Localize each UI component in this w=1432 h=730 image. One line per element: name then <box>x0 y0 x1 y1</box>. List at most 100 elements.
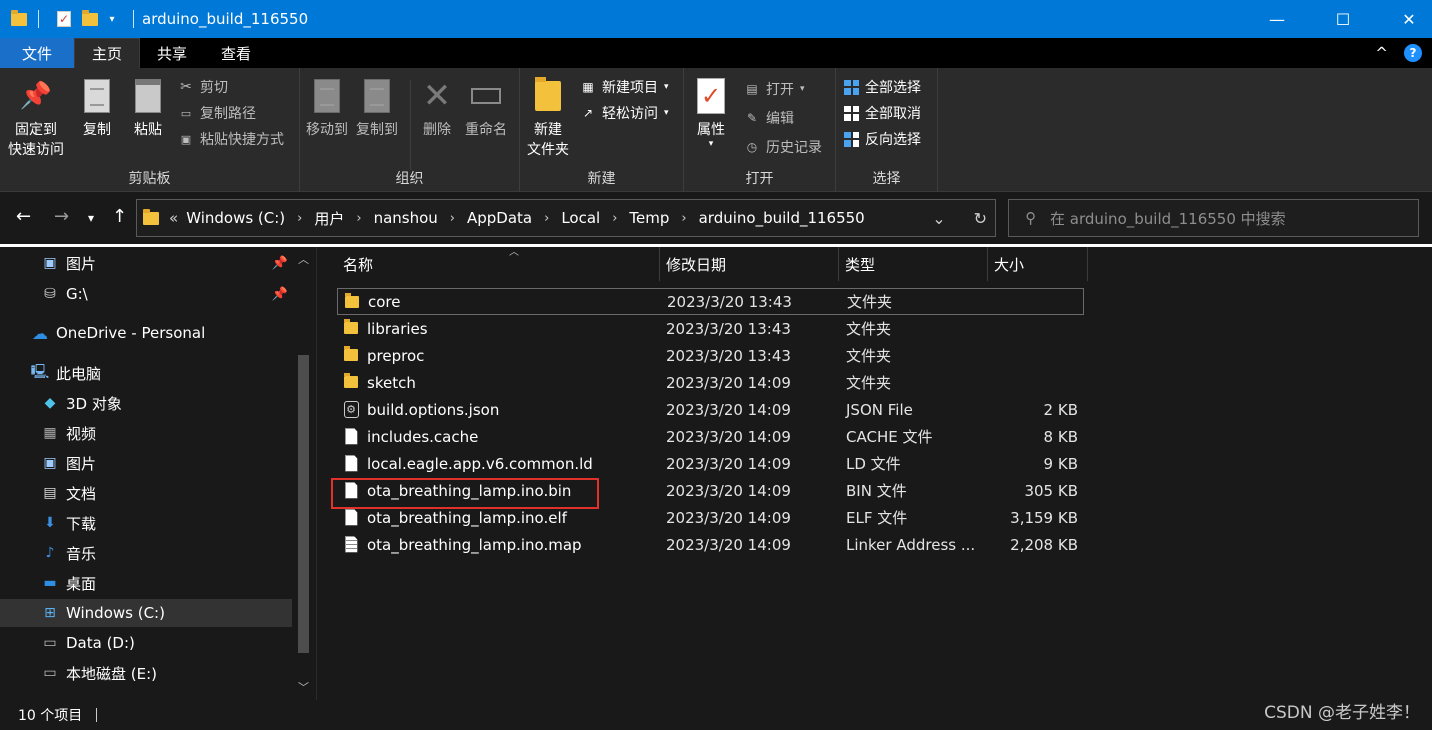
file-row[interactable]: ⚙ build.options.json 2023/3/20 14:09 JSO… <box>337 396 1084 423</box>
scroll-up-icon[interactable]: ︿ <box>298 251 309 267</box>
up-arrow-icon[interactable]: ↑ <box>112 206 127 227</box>
file-icon <box>343 508 359 526</box>
nav-item-music[interactable]: ♪ 音乐 <box>0 539 292 567</box>
scrollbar-thumb[interactable] <box>298 355 309 653</box>
easy-access-button[interactable]: ↗ 轻松访问 ▾ <box>580 102 669 124</box>
copy-to-button[interactable]: 复制到 <box>356 76 398 140</box>
nav-item-g-drive[interactable]: ⛁ G:\ 📌 <box>0 280 292 308</box>
file-name: includes.cache <box>367 427 479 446</box>
breadcrumb-item[interactable]: nanshou <box>374 209 438 227</box>
chevron-down-icon: ▾ <box>800 84 805 94</box>
breadcrumb-item[interactable]: Windows (C:) <box>186 209 285 227</box>
file-row[interactable]: ota_breathing_lamp.ino.map 2023/3/20 14:… <box>337 531 1084 558</box>
copy-path-button[interactable]: ▭ 复制路径 <box>178 102 256 124</box>
paste-shortcut-button[interactable]: ▣ 粘贴快捷方式 <box>178 128 284 150</box>
nav-item-3d-objects[interactable]: ◆ 3D 对象 <box>0 389 292 417</box>
maximize-button[interactable]: ☐ <box>1320 0 1366 38</box>
recent-locations-chevron-icon[interactable]: ▾ <box>88 211 94 225</box>
copy-button[interactable]: 复制 <box>80 76 114 140</box>
breadcrumb-chevron-icon[interactable]: › <box>544 211 549 226</box>
file-row[interactable]: preproc 2023/3/20 13:43 文件夹 <box>337 342 1084 369</box>
nav-item-local-disk-e[interactable]: ▭ 本地磁盘 (E:) <box>0 659 292 687</box>
column-header-size[interactable]: 大小 <box>988 247 1088 281</box>
paste-button[interactable]: 粘贴 <box>131 76 165 140</box>
scroll-down-icon[interactable]: ﹀ <box>298 679 309 695</box>
breadcrumb-overflow[interactable]: « <box>169 209 178 227</box>
file-list: ︿ 名称 修改日期 类型 大小 core 2023/3/20 13:43 文件夹… <box>317 247 1432 700</box>
navigation-pane: ▣ 图片 📌 ⛁ G:\ 📌 ☁ OneDrive - Personal 🖳 此… <box>0 247 316 700</box>
rename-button[interactable]: 重命名 <box>465 76 507 140</box>
history-button[interactable]: ◷ 历史记录 <box>744 136 822 158</box>
file-row[interactable]: includes.cache 2023/3/20 14:09 CACHE 文件 … <box>337 423 1084 450</box>
invert-selection-button[interactable]: 反向选择 <box>844 128 921 150</box>
breadcrumb-chevron-icon[interactable]: › <box>681 211 686 226</box>
file-row[interactable]: libraries 2023/3/20 13:43 文件夹 <box>337 315 1084 342</box>
breadcrumb-chevron-icon[interactable]: › <box>297 211 302 226</box>
file-name: ota_breathing_lamp.ino.map <box>367 535 582 554</box>
properties-button[interactable]: ✓ 属性 ▾ <box>694 76 728 149</box>
cut-button[interactable]: ✂ 剪切 <box>178 76 228 98</box>
tab-view[interactable]: 查看 <box>204 38 268 68</box>
nav-scrollbar[interactable]: ︿ ﹀ <box>294 247 314 700</box>
breadcrumb-item[interactable]: AppData <box>467 209 532 227</box>
nav-item-onedrive[interactable]: ☁ OneDrive - Personal <box>0 319 292 347</box>
column-header-name[interactable]: ︿ 名称 <box>337 247 660 281</box>
address-bar[interactable]: « Windows (C:) › 用户 › nanshou › AppData … <box>136 199 996 237</box>
tab-file[interactable]: 文件 <box>0 38 75 68</box>
tab-home[interactable]: 主页 <box>74 38 141 68</box>
new-folder-quick-icon[interactable] <box>81 9 99 28</box>
nav-item-pictures-pinned[interactable]: ▣ 图片 📌 <box>0 249 292 277</box>
nav-item-label: 此电脑 <box>56 364 102 383</box>
search-input[interactable]: ⚲ 在 arduino_build_116550 中搜索 <box>1008 199 1419 237</box>
properties-quick-icon[interactable]: ✓ <box>55 10 73 28</box>
customize-toolbar-chevron-icon[interactable]: ▾ <box>103 10 121 28</box>
nav-item-pictures[interactable]: ▣ 图片 <box>0 449 292 477</box>
file-row[interactable]: local.eagle.app.v6.common.ld 2023/3/20 1… <box>337 450 1084 477</box>
minimize-button[interactable]: — <box>1254 0 1300 38</box>
new-folder-button[interactable]: 新建 文件夹 <box>527 76 569 160</box>
select-none-button[interactable]: 全部取消 <box>844 102 921 124</box>
edit-button[interactable]: ✎ 编辑 <box>744 107 794 129</box>
open-button[interactable]: ▤ 打开 ▾ <box>744 78 805 100</box>
column-header-date[interactable]: 修改日期 <box>660 247 839 281</box>
file-name: sketch <box>367 373 416 392</box>
nav-item-videos[interactable]: ▦ 视频 <box>0 419 292 447</box>
breadcrumb-item[interactable]: Local <box>561 209 600 227</box>
breadcrumb-item-current[interactable]: arduino_build_116550 <box>699 209 865 227</box>
title-bar: ✓ ▾ arduino_build_116550 — ☐ ✕ <box>0 0 1432 38</box>
collapse-ribbon-icon[interactable]: ^ <box>1375 44 1388 62</box>
downloads-icon: ⬇ <box>44 515 56 531</box>
breadcrumb-chevron-icon[interactable]: › <box>356 211 361 226</box>
invert-selection-icon <box>844 131 859 147</box>
nav-item-documents[interactable]: ▤ 文档 <box>0 479 292 507</box>
file-row[interactable]: sketch 2023/3/20 14:09 文件夹 <box>337 369 1084 396</box>
nav-item-desktop[interactable]: ▬ 桌面 <box>0 569 292 597</box>
refresh-icon[interactable]: ↻ <box>974 209 987 228</box>
breadcrumb-chevron-icon[interactable]: › <box>450 211 455 226</box>
breadcrumb-item[interactable]: Temp <box>629 209 669 227</box>
tab-share[interactable]: 共享 <box>140 38 204 68</box>
file-row[interactable]: core 2023/3/20 13:43 文件夹 <box>337 288 1084 315</box>
pin-quick-access-button[interactable]: 📌 固定到 快速访问 <box>8 76 64 160</box>
breadcrumb-chevron-icon[interactable]: › <box>612 211 617 226</box>
scissors-icon: ✂ <box>180 79 192 95</box>
nav-item-label: OneDrive - Personal <box>56 324 206 342</box>
nav-item-windows-c[interactable]: ⊞ Windows (C:) <box>0 599 292 627</box>
delete-button[interactable]: ✕ 删除 <box>420 76 454 140</box>
file-date: 2023/3/20 14:09 <box>666 481 791 500</box>
nav-item-this-pc[interactable]: 🖳 此电脑 <box>0 359 292 387</box>
nav-item-data-d[interactable]: ▭ Data (D:) <box>0 629 292 657</box>
forward-arrow-icon[interactable]: → <box>54 206 69 227</box>
column-header-type[interactable]: 类型 <box>839 247 988 281</box>
back-arrow-icon[interactable]: ← <box>16 206 31 227</box>
help-icon[interactable]: ? <box>1404 44 1422 62</box>
nav-item-downloads[interactable]: ⬇ 下载 <box>0 509 292 537</box>
close-button[interactable]: ✕ <box>1386 0 1432 38</box>
address-history-chevron-icon[interactable]: ⌄ <box>932 209 945 228</box>
move-to-button[interactable]: 移动到 <box>306 76 348 140</box>
new-item-button[interactable]: ▦ 新建项目 ▾ <box>580 76 669 98</box>
file-type: 文件夹 <box>846 320 892 338</box>
chevron-down-icon: ▾ <box>664 82 669 92</box>
breadcrumb-item[interactable]: 用户 <box>314 208 344 229</box>
select-all-button[interactable]: 全部选择 <box>844 76 921 98</box>
